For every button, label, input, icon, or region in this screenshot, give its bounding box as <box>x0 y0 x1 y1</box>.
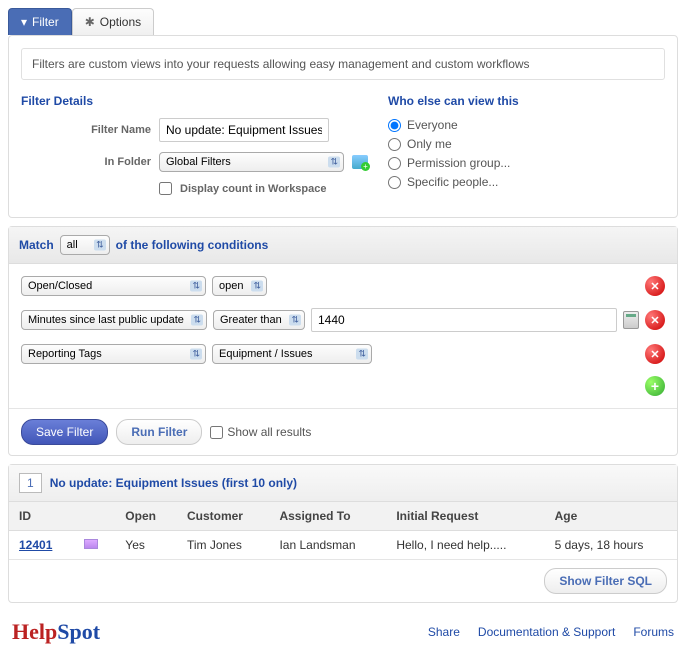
cell-initial: Hello, I need help..... <box>386 531 544 560</box>
tab-filter[interactable]: ▾ Filter <box>8 8 72 35</box>
condition-row: Minutes since last public update Greater… <box>21 308 665 332</box>
cell-open: Yes <box>115 531 177 560</box>
results-section: 1 No update: Equipment Issues (first 10 … <box>8 464 678 603</box>
match-suffix: of the following conditions <box>116 238 269 252</box>
condition-field-select[interactable]: Open/Closed <box>21 276 206 296</box>
gear-icon: ✱ <box>85 15 95 29</box>
table-row[interactable]: 12401 Yes Tim Jones Ian Landsman Hello, … <box>9 531 677 560</box>
run-filter-button[interactable]: Run Filter <box>116 419 202 445</box>
display-count-checkbox[interactable] <box>159 182 172 195</box>
results-title: No update: Equipment Issues (first 10 on… <box>50 476 297 490</box>
in-folder-label: In Folder <box>21 156 151 168</box>
info-banner: Filters are custom views into your reque… <box>21 48 665 80</box>
filter-name-input[interactable] <box>159 118 329 142</box>
mail-icon <box>84 539 98 549</box>
add-condition-button[interactable] <box>645 376 665 396</box>
condition-row: Reporting Tags Equipment / Issues <box>21 344 665 364</box>
condition-field-select[interactable]: Reporting Tags <box>21 344 206 364</box>
results-table: ID Open Customer Assigned To Initial Req… <box>9 502 677 559</box>
condition-row: Open/Closed open <box>21 276 665 296</box>
footer-link-forums[interactable]: Forums <box>633 625 674 639</box>
tab-filter-label: Filter <box>32 15 59 29</box>
helpspot-logo: HelpSpot <box>12 619 100 645</box>
view-option-everyone[interactable]: Everyone <box>388 118 665 132</box>
cell-age: 5 days, 18 hours <box>545 531 677 560</box>
save-filter-button[interactable]: Save Filter <box>21 419 108 445</box>
calculator-icon[interactable] <box>623 311 639 329</box>
display-count-label: Display count in Workspace <box>180 183 327 195</box>
filter-details-title: Filter Details <box>21 94 368 108</box>
footer-link-share[interactable]: Share <box>428 625 460 639</box>
tab-options-label: Options <box>100 15 141 29</box>
tab-options[interactable]: ✱ Options <box>72 8 154 35</box>
in-folder-select[interactable]: Global Filters <box>159 152 344 172</box>
condition-field-select[interactable]: Minutes since last public update <box>21 310 207 330</box>
match-conditions-section: Match all of the following conditions Op… <box>8 226 678 456</box>
match-mode-select[interactable]: all <box>60 235 110 255</box>
filter-name-label: Filter Name <box>21 124 151 136</box>
condition-operator-select[interactable]: open <box>212 276 267 296</box>
col-age: Age <box>545 502 677 531</box>
col-icon <box>74 502 115 531</box>
cell-assigned: Ian Landsman <box>269 531 386 560</box>
col-open: Open <box>115 502 177 531</box>
col-id: ID <box>9 502 74 531</box>
show-all-results-check[interactable]: Show all results <box>210 425 311 439</box>
new-folder-icon[interactable] <box>352 155 368 169</box>
filter-settings-section: Filters are custom views into your reque… <box>8 35 678 218</box>
view-option-specific-people[interactable]: Specific people... <box>388 175 665 189</box>
view-option-permission-group[interactable]: Permission group... <box>388 156 665 170</box>
view-option-only-me[interactable]: Only me <box>388 137 665 151</box>
footer-link-docs[interactable]: Documentation & Support <box>478 625 615 639</box>
show-filter-sql-button[interactable]: Show Filter SQL <box>544 568 667 594</box>
cell-customer: Tim Jones <box>177 531 270 560</box>
col-assigned: Assigned To <box>269 502 386 531</box>
delete-condition-button[interactable] <box>645 276 665 296</box>
delete-condition-button[interactable] <box>645 310 665 330</box>
col-initial: Initial Request <box>386 502 544 531</box>
filter-icon: ▾ <box>21 15 27 29</box>
condition-operator-select[interactable]: Equipment / Issues <box>212 344 372 364</box>
match-prefix: Match <box>19 238 54 252</box>
col-customer: Customer <box>177 502 270 531</box>
condition-operator-select[interactable]: Greater than <box>213 310 305 330</box>
delete-condition-button[interactable] <box>645 344 665 364</box>
page-footer: HelpSpot Share Documentation & Support F… <box>8 617 678 647</box>
page-number[interactable]: 1 <box>19 473 42 493</box>
condition-value-input[interactable] <box>311 308 617 332</box>
view-this-title: Who else can view this <box>388 94 665 108</box>
request-id-link[interactable]: 12401 <box>19 538 52 552</box>
